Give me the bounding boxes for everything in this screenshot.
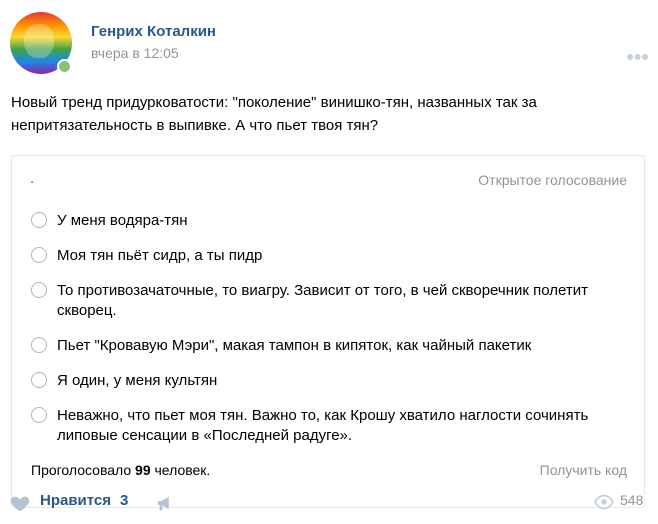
- views-count: 548: [620, 492, 644, 508]
- like-count[interactable]: 3: [120, 492, 128, 509]
- poll-option-label: Моя тян пьёт сидр, а ты пидр: [57, 247, 263, 264]
- poll-option-label: То противозачаточные, то виагру. Зависит…: [57, 282, 588, 319]
- radio-button[interactable]: [31, 247, 47, 263]
- more-dots-icon[interactable]: ●●●: [626, 48, 649, 64]
- poll-title: .: [30, 170, 35, 187]
- get-code-link[interactable]: Получить код: [540, 462, 627, 478]
- poll-type: Открытое голосование: [478, 172, 627, 188]
- author-name[interactable]: Генрих Коталкин: [91, 23, 216, 40]
- radio-button[interactable]: [31, 337, 47, 353]
- voters-count[interactable]: Проголосовало 99 человек.: [31, 462, 210, 478]
- online-indicator: [57, 59, 72, 74]
- voters-suffix: человек.: [154, 462, 211, 478]
- voters-prefix: Проголосовало: [31, 462, 132, 478]
- post-footer: Нравится 3 548: [0, 490, 658, 524]
- heart-icon[interactable]: [9, 492, 31, 514]
- radio-button[interactable]: [31, 282, 47, 298]
- megaphone-icon[interactable]: [154, 492, 178, 514]
- poll: . Открытое голосование У меня водяра-тян…: [11, 155, 645, 508]
- eye-icon: [593, 494, 615, 510]
- poll-option-label: У меня водяра-тян: [57, 212, 188, 229]
- radio-button[interactable]: [31, 372, 47, 388]
- poll-option-label: Неважно, что пьет моя тян. Важно то, как…: [57, 407, 589, 444]
- radio-button[interactable]: [31, 407, 47, 423]
- poll-option-label: Пьет "Кровавую Мэри", макая тампон в кип…: [57, 337, 532, 354]
- avatar-face: [24, 24, 54, 58]
- post-time[interactable]: вчера в 12:05: [91, 45, 179, 61]
- post-text: Новый тренд придурковатости: "поколение"…: [11, 94, 537, 134]
- radio-button[interactable]: [31, 212, 47, 228]
- like-button[interactable]: Нравится: [40, 492, 111, 509]
- poll-option-label: Я один, у меня культян: [57, 372, 218, 389]
- voters-number: 99: [135, 462, 151, 478]
